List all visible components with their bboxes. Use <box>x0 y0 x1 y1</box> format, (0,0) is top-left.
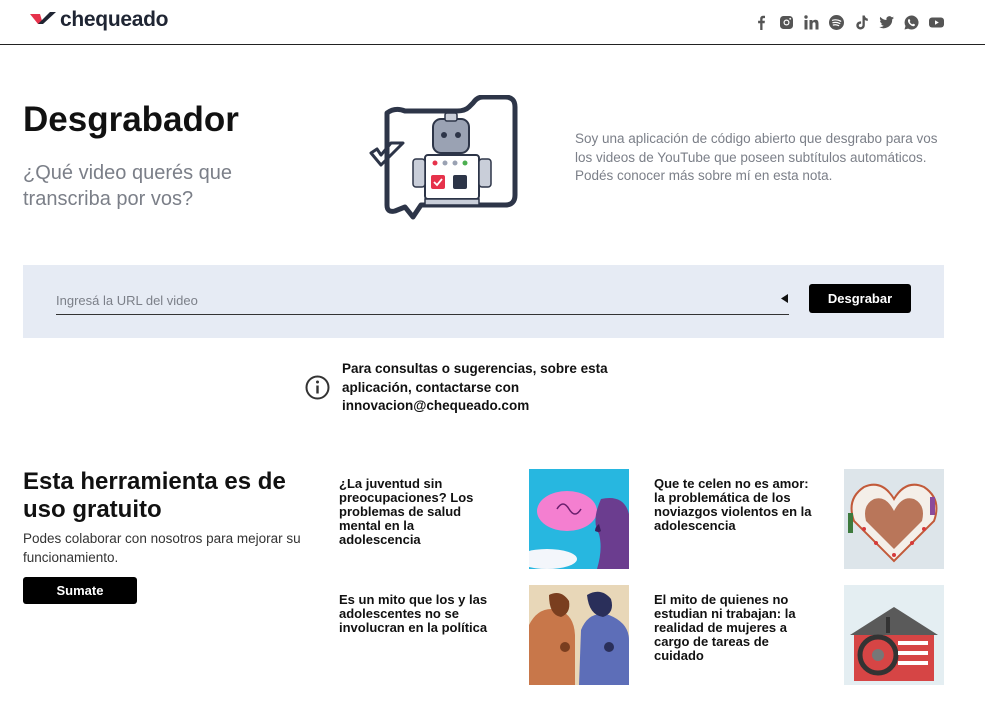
contact-text: Para consultas o sugerencias, sobre esta… <box>342 361 608 413</box>
free-tool-description: Podes colaborar con nosotros para mejora… <box>23 531 301 565</box>
url-input[interactable] <box>56 287 789 315</box>
article-card[interactable]: Es un mito que los y las adolescentes no… <box>339 585 639 685</box>
article-card[interactable]: El mito de quienes no estudian ni trabaj… <box>654 585 954 685</box>
twitter-icon[interactable] <box>878 14 895 31</box>
sumate-button[interactable]: Sumate <box>23 577 137 604</box>
social-links <box>753 14 945 31</box>
facebook-icon[interactable] <box>753 14 770 31</box>
site-header: chequeado <box>0 0 985 45</box>
article-title: Que te celen no es amor: la problemática… <box>654 476 812 533</box>
contact-info: Para consultas o sugerencias, sobre esta… <box>305 360 617 416</box>
desgrabar-button[interactable]: Desgrabar <box>809 284 911 313</box>
article-thumbnail <box>844 469 944 569</box>
linkedin-icon[interactable] <box>803 14 820 31</box>
page-title: Desgrabador <box>23 100 239 139</box>
article-card[interactable]: Que te celen no es amor: la problemática… <box>654 469 954 569</box>
logo-text: chequeado <box>60 8 169 31</box>
chequeado-logo-icon <box>30 12 56 24</box>
article-card[interactable]: ¿La juventud sin preocupaciones? Los pro… <box>339 469 639 569</box>
whatsapp-icon[interactable] <box>903 14 920 31</box>
chequeado-logo[interactable]: chequeado <box>30 8 168 32</box>
article-thumbnail <box>529 469 629 569</box>
info-icon <box>305 375 330 400</box>
youtube-icon[interactable] <box>928 14 945 31</box>
article-thumbnail <box>529 585 629 685</box>
instagram-icon[interactable] <box>778 14 795 31</box>
url-form-panel: Desgrabar <box>23 265 944 338</box>
robot-illustration <box>369 95 518 220</box>
spotify-icon[interactable] <box>828 14 845 31</box>
article-title: Es un mito que los y las adolescentes no… <box>339 592 488 635</box>
article-title: El mito de quienes no estudian ni trabaj… <box>654 592 796 663</box>
play-triangle-icon <box>781 294 788 303</box>
article-title: ¿La juventud sin preocupaciones? Los pro… <box>339 476 474 547</box>
article-thumbnail <box>844 585 944 685</box>
intro-text: Soy una aplicación de código abierto que… <box>575 131 938 183</box>
page-subtitle: ¿Qué video querés que transcriba por vos… <box>23 162 233 210</box>
free-tool-title: Esta herramienta es de uso gratuito <box>23 468 286 523</box>
tiktok-icon[interactable] <box>853 14 870 31</box>
